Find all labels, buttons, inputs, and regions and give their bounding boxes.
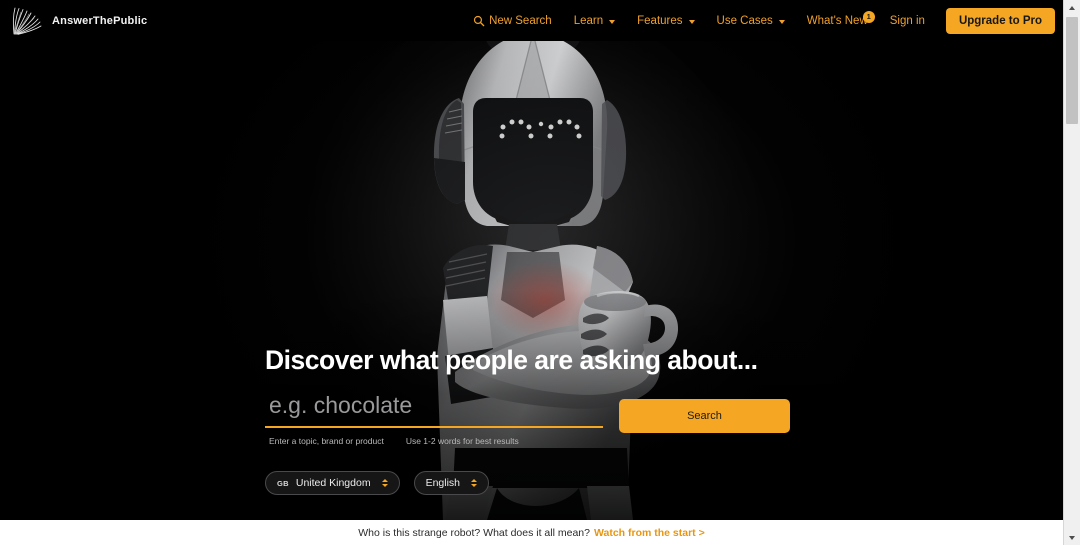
country-select-label: United Kingdom bbox=[295, 477, 371, 489]
scrollbar-up-arrow[interactable] bbox=[1064, 0, 1080, 15]
nav-item-features[interactable]: Features bbox=[626, 15, 705, 27]
search-button[interactable]: Search bbox=[619, 399, 790, 433]
nav-item-new-search[interactable]: New Search bbox=[462, 15, 563, 27]
search-field-wrapper: Enter a topic, brand or product Use 1-2 … bbox=[265, 392, 603, 446]
nav-item-use-cases-label: Use Cases bbox=[716, 14, 773, 27]
search-hints: Enter a topic, brand or product Use 1-2 … bbox=[265, 436, 603, 446]
nav-item-new-search-label: New Search bbox=[489, 14, 552, 27]
seedhead-logo-icon bbox=[12, 7, 42, 35]
page-scrollbar[interactable] bbox=[1063, 0, 1080, 545]
chevron-down-icon bbox=[778, 19, 785, 24]
locale-selectors: GB United Kingdom English bbox=[265, 471, 805, 495]
search-input[interactable] bbox=[265, 392, 603, 428]
page-title: Discover what people are asking about... bbox=[265, 345, 758, 375]
nav-item-use-cases[interactable]: Use Cases bbox=[706, 15, 796, 27]
country-select[interactable]: GB United Kingdom bbox=[265, 471, 400, 495]
stepper-icon bbox=[381, 479, 388, 487]
footer-text: Who is this strange robot? What does it … bbox=[358, 526, 590, 539]
search-hint-topic: Enter a topic, brand or product bbox=[269, 436, 384, 446]
nav-item-learn-label: Learn bbox=[573, 14, 604, 27]
language-select[interactable]: English bbox=[413, 471, 490, 495]
whats-new-badge: 1 bbox=[862, 10, 875, 23]
brand-name: AnswerThePublic bbox=[52, 14, 148, 27]
search-row: Enter a topic, brand or product Use 1-2 … bbox=[265, 392, 805, 446]
chevron-down-icon bbox=[609, 19, 616, 24]
search-icon bbox=[473, 15, 485, 26]
nav-item-whats-new-label: What's New bbox=[806, 14, 868, 27]
footer-bar: Who is this strange robot? What does it … bbox=[0, 520, 1063, 545]
language-select-label: English bbox=[425, 477, 461, 489]
hero-content: Discover what people are asking about...… bbox=[265, 345, 805, 495]
search-hint-words: Use 1-2 words for best results bbox=[405, 436, 519, 446]
nav-links: New Search Learn Features Use Cases What… bbox=[462, 7, 1063, 34]
scrollbar-down-arrow[interactable] bbox=[1064, 530, 1080, 545]
brand-logo[interactable]: AnswerThePublic bbox=[0, 6, 147, 36]
nav-item-whats-new[interactable]: What's New 1 bbox=[796, 10, 879, 27]
hero-section: AnswerThePublic New Search Learn Feature… bbox=[0, 0, 1063, 520]
stepper-icon bbox=[471, 479, 478, 487]
top-navigation-bar: AnswerThePublic New Search Learn Feature… bbox=[0, 0, 1063, 41]
watch-from-start-link[interactable]: Watch from the start > bbox=[594, 527, 705, 539]
nav-item-sign-in[interactable]: Sign in bbox=[879, 15, 936, 27]
page-root: AnswerThePublic New Search Learn Feature… bbox=[0, 0, 1080, 545]
chevron-down-icon bbox=[688, 19, 695, 24]
upgrade-to-pro-button[interactable]: Upgrade to Pro bbox=[945, 7, 1055, 34]
scrollbar-thumb[interactable] bbox=[1066, 17, 1078, 124]
nav-item-learn[interactable]: Learn bbox=[563, 15, 626, 27]
nav-item-sign-in-label: Sign in bbox=[889, 14, 925, 27]
nav-item-features-label: Features bbox=[637, 14, 683, 27]
country-code-flag: GB bbox=[277, 478, 289, 488]
